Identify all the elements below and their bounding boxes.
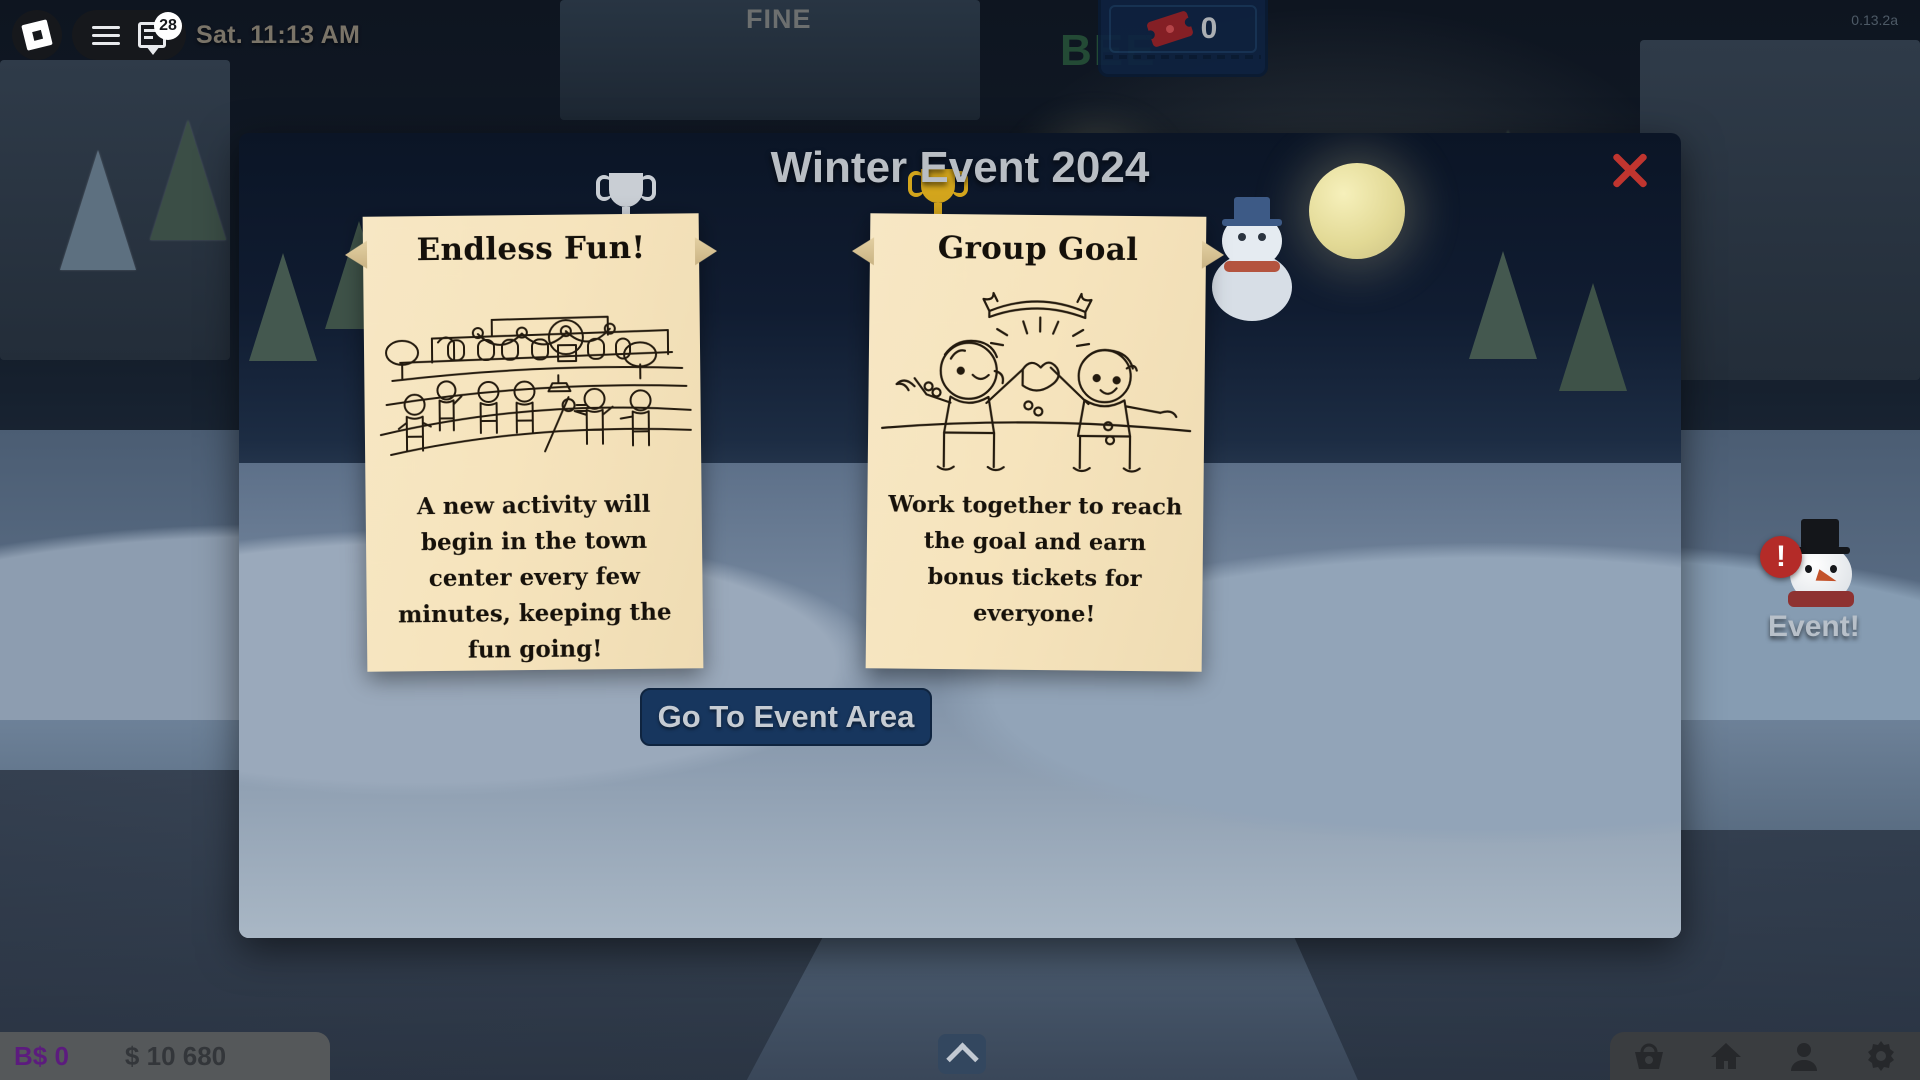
modal-snowman	[1204, 175, 1300, 325]
background-sign-fine: FINE	[746, 4, 812, 34]
ticket-count: 0	[1200, 12, 1218, 45]
cash-amount: $ 10 680	[124, 1040, 227, 1071]
robux-amount: B$ 0	[14, 1040, 69, 1071]
event-alert-badge: !	[1760, 536, 1802, 578]
roblox-topbar: 28 Sat. 11:13 AM	[12, 10, 360, 60]
modal-title: Winter Event 2024	[770, 143, 1150, 192]
modal-tree	[249, 253, 317, 361]
card-title: Group Goal	[937, 229, 1139, 269]
snowman-eye	[1805, 565, 1812, 573]
town-center-sketch	[371, 271, 693, 479]
ticket-counter: 0	[1109, 5, 1257, 53]
chat-unread-badge: 28	[154, 12, 182, 40]
person-icon[interactable]	[1784, 1038, 1824, 1074]
bottom-icon-bar	[1610, 1032, 1920, 1080]
card-title: Endless Fun!	[416, 229, 646, 269]
money-bar: B$ 0 $ 10 680	[0, 1032, 330, 1080]
card-body: A new activity will begin in the town ce…	[397, 490, 672, 664]
chat-button[interactable]: 28	[138, 12, 182, 55]
close-icon[interactable]	[1605, 145, 1655, 195]
background-tree	[150, 120, 226, 240]
topbar-pill: 28	[72, 10, 186, 60]
event-label: Event!	[1768, 610, 1860, 643]
gear-icon[interactable]	[1861, 1038, 1901, 1074]
card-body: Work together to reach the goal and earn…	[888, 491, 1183, 628]
modal-tree	[1469, 251, 1537, 359]
ticket-counter-panel: 0	[1098, 0, 1268, 77]
winter-event-modal: Winter Event 2024 Endless Fun! A new act…	[239, 133, 1681, 938]
chevron-up-icon[interactable]	[938, 1034, 986, 1074]
home-icon[interactable]	[1706, 1038, 1746, 1074]
ticket-icon	[1145, 10, 1194, 48]
screen: FINE BEE 000 Tickets Ear 0,000 tickets f…	[0, 0, 1920, 1080]
card-endless-fun: Endless Fun! A new activity will begin i…	[362, 213, 704, 672]
high-five-sketch	[876, 271, 1198, 479]
roblox-logo-glyph	[21, 19, 53, 51]
snowman-hat	[1790, 519, 1850, 554]
roblox-logo[interactable]	[12, 10, 62, 60]
ticket-panel-perforation	[1105, 55, 1261, 59]
hamburger-menu-icon[interactable]	[92, 25, 120, 45]
card-group-goal: Group Goal Work together to reach the go…	[865, 213, 1207, 672]
basket-icon[interactable]	[1629, 1038, 1669, 1074]
modal-tree	[1559, 283, 1627, 391]
background-tree	[60, 150, 136, 270]
version-label: 0.13.2a	[1851, 12, 1898, 28]
clock: Sat. 11:13 AM	[196, 20, 361, 49]
snowman-scarf	[1788, 591, 1854, 607]
go-to-event-area-button[interactable]: Go To Event Area	[640, 688, 932, 746]
background-building-right	[1640, 40, 1920, 380]
snowman-eye	[1830, 565, 1837, 573]
